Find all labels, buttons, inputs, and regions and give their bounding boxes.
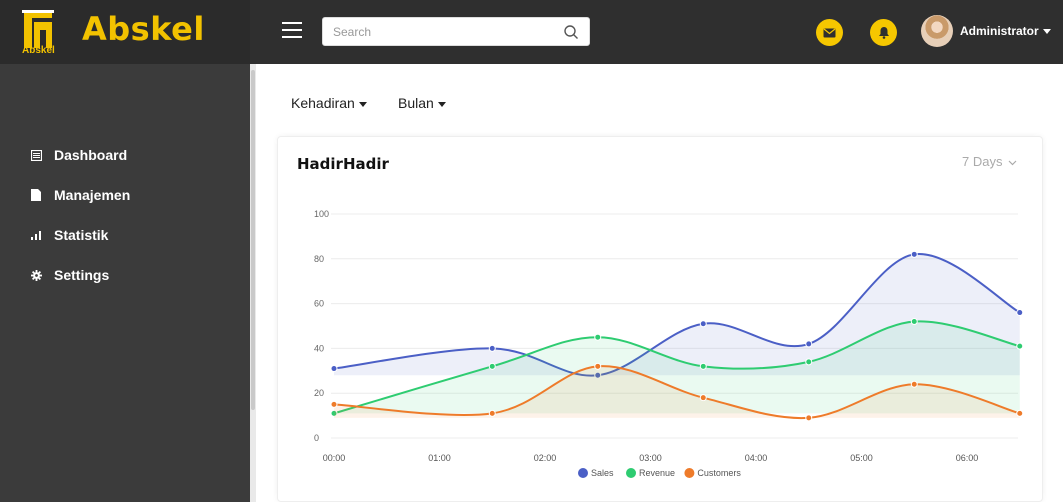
- x-tick-label: 04:00: [745, 453, 768, 463]
- y-tick-label: 60: [314, 299, 324, 309]
- x-tick-label: 05:00: [850, 453, 873, 463]
- data-point: [488, 409, 496, 417]
- top-bar: Abskel Abskel Administrator: [0, 0, 1063, 64]
- legend-label: Sales: [591, 468, 614, 478]
- sidebar-item-label: Settings: [54, 267, 110, 283]
- data-point: [910, 380, 918, 388]
- legend-marker: [684, 468, 695, 478]
- chevron-down-icon: [437, 101, 446, 107]
- sidebar-item-label: Manajemen: [54, 187, 131, 203]
- data-point: [699, 320, 707, 328]
- search-input[interactable]: [323, 18, 543, 45]
- sidebar-item-manajemen[interactable]: Manajemen: [28, 184, 130, 206]
- legend-marker: [578, 468, 588, 478]
- scrollbar-thumb[interactable]: [251, 70, 255, 410]
- chevron-down-icon: [1042, 29, 1051, 35]
- y-tick-label: 80: [314, 254, 324, 264]
- menu-toggle-button[interactable]: [282, 22, 302, 38]
- range-dropdown[interactable]: 7 Days: [962, 154, 1017, 169]
- brand-title: Abskel: [82, 10, 205, 48]
- sidebar-item-settings[interactable]: Settings: [28, 264, 109, 286]
- legend-label: Customers: [697, 468, 741, 478]
- dropdown-label: Bulan: [398, 95, 434, 111]
- envelope-icon: [823, 28, 836, 37]
- messages-button[interactable]: [816, 19, 843, 46]
- line-chart: 0 20 40 60 80 100 00:00 01:00 02:00 03:00 04:00 05:…: [314, 209, 1024, 478]
- legend-label: Revenue: [639, 468, 675, 478]
- search-box: [322, 17, 590, 46]
- data-point: [910, 250, 918, 258]
- data-point: [330, 400, 338, 408]
- chevron-down-icon: [1008, 160, 1017, 165]
- legend-marker: [626, 468, 636, 478]
- card-title: HadirHadir: [297, 155, 389, 173]
- data-point: [488, 362, 496, 370]
- data-point: [910, 318, 918, 326]
- sidebar-item-statistik[interactable]: Statistik: [28, 224, 108, 246]
- search-icon[interactable]: [563, 24, 579, 40]
- data-point: [594, 362, 602, 370]
- kehadiran-dropdown[interactable]: Kehadiran: [291, 95, 367, 111]
- data-point: [805, 340, 813, 348]
- data-point: [488, 344, 496, 352]
- y-tick-label: 20: [314, 388, 324, 398]
- sidebar-item-label: Statistik: [54, 227, 109, 243]
- bulan-dropdown[interactable]: Bulan: [398, 95, 446, 111]
- data-point: [1016, 409, 1024, 417]
- x-tick-label: 02:00: [534, 453, 557, 463]
- user-menu[interactable]: Administrator: [960, 24, 1051, 38]
- x-tick-label: 00:00: [323, 453, 346, 463]
- logo-text: Abskel: [22, 45, 55, 56]
- y-tick-label: 40: [314, 343, 324, 353]
- x-tick-label: 01:00: [428, 453, 451, 463]
- data-point: [1016, 309, 1024, 317]
- brand[interactable]: Abskel Abskel: [0, 0, 250, 64]
- sidebar-item-label: Dashboard: [54, 147, 128, 163]
- data-point: [805, 358, 813, 366]
- dropdown-label: Kehadiran: [291, 95, 355, 111]
- range-label: 7 Days: [962, 154, 1003, 169]
- x-tick-label: 03:00: [639, 453, 662, 463]
- data-point: [699, 362, 707, 370]
- data-point: [594, 333, 602, 341]
- gear-icon: [28, 267, 44, 283]
- notifications-button[interactable]: [870, 19, 897, 46]
- chevron-down-icon: [358, 101, 367, 107]
- data-point: [699, 394, 707, 402]
- file-icon: [28, 187, 44, 203]
- data-point: [330, 365, 338, 373]
- y-tick-label: 0: [314, 433, 319, 443]
- sidebar-item-dashboard[interactable]: Dashboard: [28, 144, 127, 166]
- avatar[interactable]: [921, 15, 953, 47]
- y-tick-label: 100: [314, 209, 329, 219]
- user-name: Administrator: [960, 24, 1039, 38]
- data-point: [805, 414, 813, 422]
- data-point: [1016, 342, 1024, 350]
- x-tick-label: 06:00: [956, 453, 979, 463]
- bell-icon: [878, 27, 889, 39]
- dashboard-icon: [28, 147, 44, 163]
- bar-chart-icon: [28, 227, 44, 243]
- sidebar: Dashboard Manajemen Statistik Settings: [0, 64, 250, 502]
